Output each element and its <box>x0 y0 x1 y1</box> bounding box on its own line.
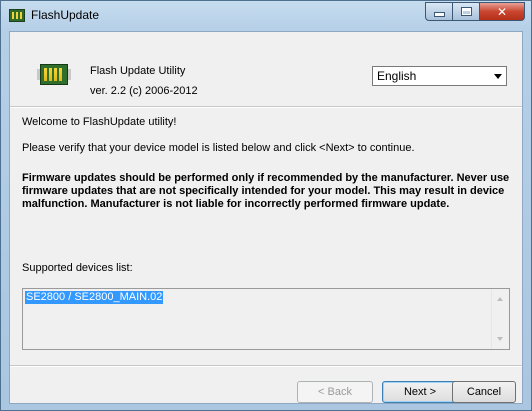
flashupdate-window: FlashUpdate ✕ Flash Update Utility ver. … <box>0 0 532 411</box>
caption-buttons: ✕ <box>425 2 525 22</box>
header-divider <box>10 106 522 108</box>
app-version: ver. 2.2 (c) 2006-2012 <box>90 85 198 97</box>
back-button[interactable]: < Back <box>297 381 373 403</box>
devices-label: Supported devices list: <box>22 262 133 274</box>
language-select[interactable]: English <box>372 66 507 86</box>
footer-divider <box>10 365 522 367</box>
list-item[interactable]: SE2800 / SE2800_MAIN.02 <box>25 291 164 304</box>
warning-text: Firmware updates should be performed onl… <box>22 172 510 210</box>
minimize-icon <box>433 12 445 17</box>
close-icon: ✕ <box>496 4 508 19</box>
title-bar[interactable]: FlashUpdate ✕ <box>1 1 531 31</box>
devices-scrollbar[interactable] <box>491 289 509 349</box>
devices-list[interactable]: SE2800 / SE2800_MAIN.02 <box>22 288 510 350</box>
next-button[interactable]: Next > <box>382 381 458 403</box>
welcome-text: Welcome to FlashUpdate utility! <box>22 116 177 128</box>
app-name: Flash Update Utility <box>90 65 186 77</box>
close-button[interactable]: ✕ <box>479 2 525 21</box>
scroll-down-icon[interactable] <box>497 337 503 341</box>
minimize-button[interactable] <box>425 2 452 21</box>
instruction-text: Please verify that your device model is … <box>22 142 415 154</box>
dialog-header: Flash Update Utility ver. 2.2 (c) 2006-2… <box>10 32 522 106</box>
app-chip-icon <box>9 9 25 22</box>
dialog-client-area: Flash Update Utility ver. 2.2 (c) 2006-2… <box>9 31 523 404</box>
chevron-down-icon[interactable] <box>494 74 502 79</box>
scroll-up-icon[interactable] <box>497 297 503 301</box>
window-title: FlashUpdate <box>31 8 100 22</box>
cancel-button[interactable]: Cancel <box>452 381 516 403</box>
chip-icon <box>37 64 71 85</box>
maximize-icon <box>460 7 472 16</box>
maximize-button[interactable] <box>452 2 479 21</box>
language-select-value: English <box>377 69 417 83</box>
